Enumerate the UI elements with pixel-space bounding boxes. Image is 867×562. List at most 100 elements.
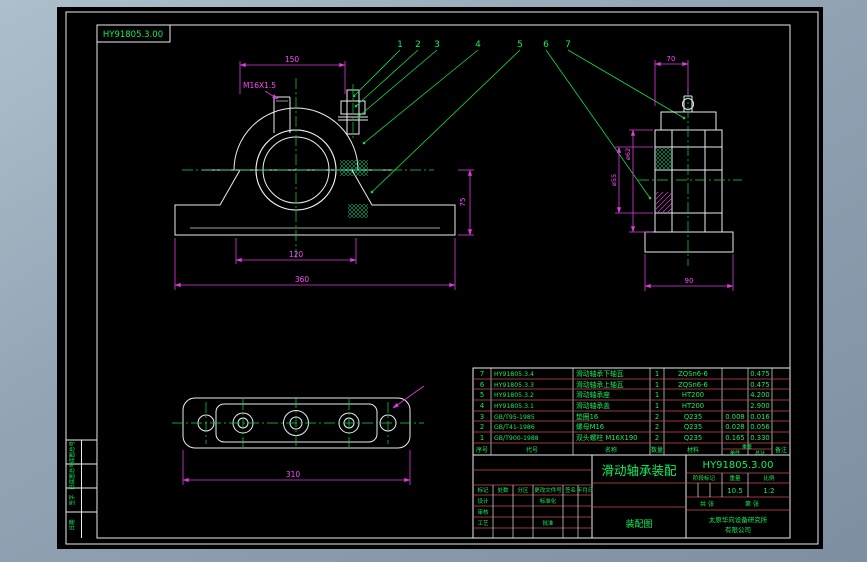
tb-scale-value: 1:2 [763,487,774,495]
bom-cell-name: 滑动轴承下轴瓦 [576,369,624,378]
bom-cell-code: GB/T41-1986 [494,424,535,431]
balloon-6: 6 [543,40,549,50]
dim-cap-width: 150 [285,55,300,64]
bom-cell-code: HY91805.3.1 [494,403,534,410]
drawing-number: HY91805.3.00 [703,460,774,471]
cad-viewer-window: HY91805.3.00 底图总号 旧底图总号 签字 日期 150 M16X1.… [0,0,867,562]
balloon-3: 3 [434,40,440,50]
tb-design: 设计 [477,497,489,505]
bom-cell-code: GB/T900-1988 [494,435,539,442]
bom-cell-total: 4.200 [750,391,769,399]
balloon-5: 5 [517,40,523,50]
corner-drawing-number: HY91805.3.00 [103,30,163,40]
bom-cell-no: 3 [480,413,484,421]
bom-cell-qty: 1 [655,370,659,378]
bom-cell-no: 2 [480,423,484,431]
dim-side-bore2: ø62 [624,148,632,160]
bom-cell-unit: 0.008 [725,413,744,421]
margin-strip-label: 签字 [68,494,76,506]
balloon-2: 2 [415,40,421,50]
tb-date: 年月日 [577,486,594,494]
tb-weight-label: 重量 [729,474,741,482]
dim-side-base: 90 [685,277,694,285]
tb-review: 审核 [477,508,489,516]
bom-cell-qty: 2 [655,423,659,431]
company-name-line2: 有限公司 [725,525,751,534]
bom-cell-unit: 0.165 [725,434,744,442]
bom-header-name: 名称 [605,446,617,454]
bom-header-weight: 重量 [742,444,752,451]
tb-sign: 签名 [565,486,576,494]
bom-cell-no: 4 [480,402,484,410]
tb-zone: 分区 [517,486,529,494]
bom-cell-qty: 1 [655,402,659,410]
tb-scale-label: 比例 [763,474,775,482]
bom-cell-material: HT200 [682,402,704,410]
dim-bore-span: 120 [289,250,304,259]
bom-cell-total: 0.475 [750,370,769,378]
bom-cell-qty: 1 [655,391,659,399]
bom-cell-total: 0.330 [750,434,769,442]
tb-approve: 批准 [542,519,554,527]
bom-cell-material: ZQSn6-6 [678,370,708,378]
bom-cell-code: HY91805.3.3 [494,382,534,389]
bom-cell-no: 6 [480,381,484,389]
bom-cell-code: GB/T95-1985 [494,414,535,421]
margin-strip-label: 日期 [69,519,76,531]
bom-header-qty: 数量 [651,446,663,454]
bom-header-remark: 备注 [775,446,787,454]
bom-cell-no: 1 [480,434,484,442]
bom-cell-total: 0.016 [750,413,769,421]
drawing-title: 滑动轴承装配 [601,463,677,478]
tb-weight-value: 10.5 [727,487,743,495]
bom-cell-name: 滑动轴承座 [576,390,610,399]
bom-cell-qty: 2 [655,434,659,442]
bom-cell-name: 滑动轴承盖 [576,401,610,410]
bom-cell-code: HY91805.3.4 [494,371,534,378]
bom-cell-total: 0.475 [750,381,769,389]
bom-cell-name: 双头螺柱 M16X190 [576,433,638,442]
dim-plate-length: 310 [286,470,301,479]
tb-change-doc: 更改文件号 [534,486,562,494]
margin-strip-label: 底图总号 [68,441,76,464]
balloon-4: 4 [475,40,481,50]
bom-cell-name: 螺母M16 [576,422,604,431]
dim-thread: M16X1.5 [243,81,276,90]
balloon-7: 7 [565,40,571,50]
bom-cell-material: ZQSn6-6 [678,381,708,389]
tb-page: 第 张 [745,500,759,508]
bom-cell-no: 7 [480,370,484,378]
bom-cell-material: Q235 [684,423,702,431]
bom-row: 1 GB/T900-1988 双头螺柱 M16X190 2 Q235 0.165… [480,433,770,442]
company-name-line1: 太原华向设备研究所 [709,515,768,524]
bom-header-code: 代号 [526,446,538,454]
bom-cell-unit: 0.028 [725,423,744,431]
dim-side-bore1: ø55 [610,174,618,186]
dim-base-width: 360 [295,275,310,284]
bom-cell-material: Q235 [684,413,702,421]
doc-type: 装配图 [625,518,652,530]
bom-cell-code: HY91805.3.2 [494,392,534,399]
tb-count: 处数 [497,486,509,494]
bom-cell-total: 2.900 [750,402,769,410]
bom-cell-total: 0.056 [750,423,769,431]
bom-cell-material: Q235 [684,434,702,442]
bom-header-no: 序号 [476,446,488,454]
balloon-1: 1 [397,40,403,50]
tb-sheets: 共 张 [700,500,714,508]
bom-header-material: 材料 [687,446,699,454]
margin-strip-label: 旧底图总号 [68,462,76,490]
tb-process: 工艺 [477,520,489,527]
bom-cell-qty: 1 [655,381,659,389]
bom-cell-material: HT200 [682,391,704,399]
bom-cell-name: 滑动轴承上轴瓦 [576,380,624,389]
bom-cell-qty: 2 [655,413,659,421]
dim-height: 75 [459,198,467,207]
tb-standardize: 标准化 [540,497,557,505]
drawing-sheet: HY91805.3.00 底图总号 旧底图总号 签字 日期 150 M16X1.… [57,7,823,549]
tb-stage-label: 阶段标记 [693,474,716,482]
tb-mark: 标记 [477,486,489,494]
dim-side-top: 70 [667,55,676,63]
bom-cell-name: 垫圈16 [576,412,598,421]
bom-cell-no: 5 [480,391,484,399]
